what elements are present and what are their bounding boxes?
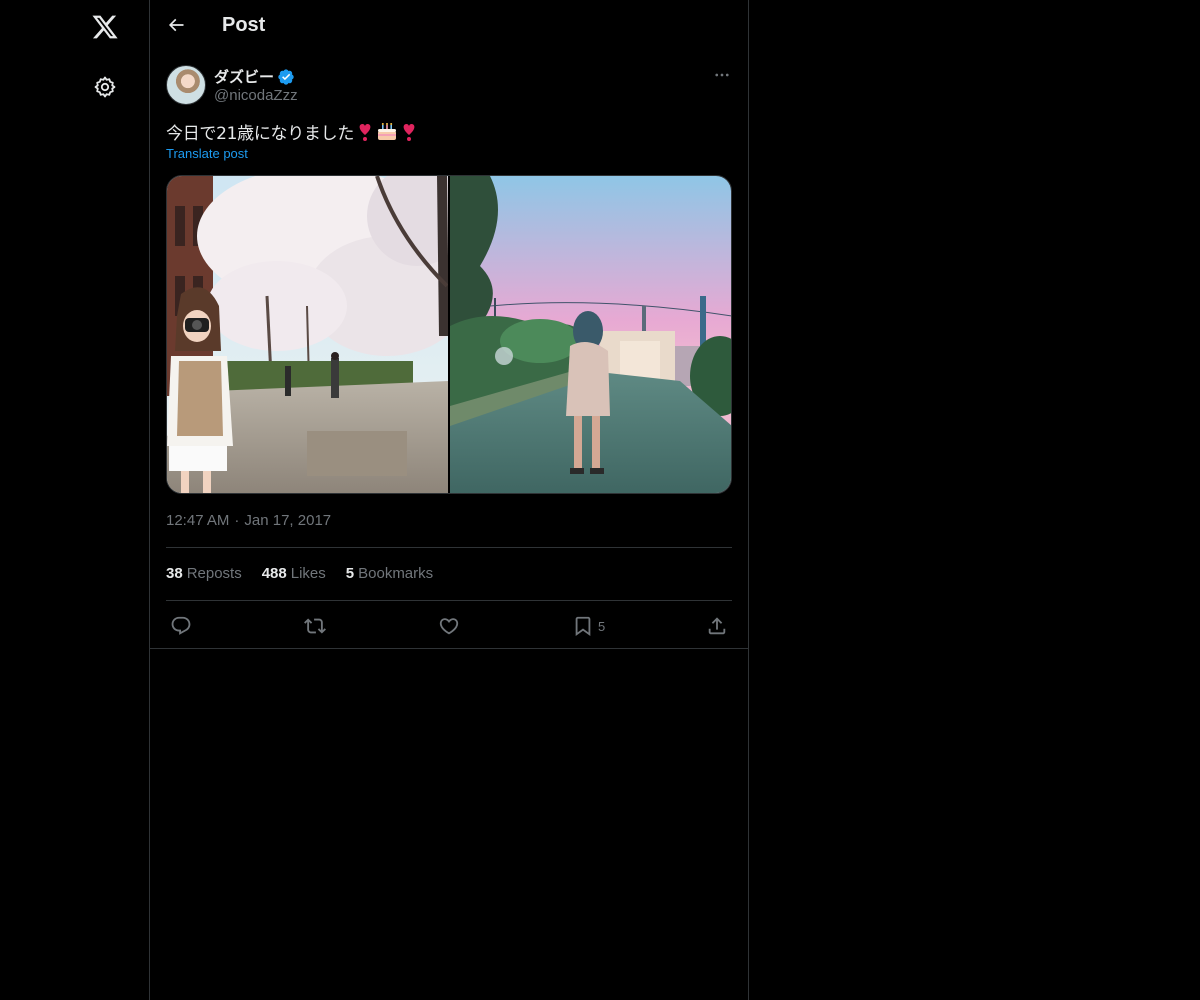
app-root: Post ダズビー @nicodaZzz 今日で21歳になりました Transl… xyxy=(0,0,1200,1000)
divider xyxy=(150,648,748,649)
likes-stat[interactable]: 488 Likes xyxy=(262,565,326,582)
post-actions: 5 xyxy=(166,612,732,640)
author-display-name[interactable]: ダズビー xyxy=(214,66,295,87)
bookmarks-stat[interactable]: 5 Bookmarks xyxy=(346,565,433,582)
translate-post-link[interactable]: Translate post xyxy=(166,146,248,161)
post-author: ダズビー @nicodaZzz xyxy=(166,65,732,107)
more-options-icon[interactable] xyxy=(712,65,732,85)
post-media xyxy=(166,175,732,494)
reply-button[interactable] xyxy=(170,612,192,640)
heart-icon xyxy=(439,618,459,635)
post-text: 今日で21歳になりました xyxy=(166,119,418,144)
divider xyxy=(166,600,732,601)
post-photo-cherry-blossoms[interactable] xyxy=(167,176,448,493)
post-timestamp[interactable]: 12:47 AM · Jan 17, 2017 xyxy=(166,512,331,529)
divider xyxy=(166,547,732,548)
post-photo-dusk-path[interactable] xyxy=(450,176,731,493)
x-logo-icon[interactable] xyxy=(81,3,129,51)
page-title: Post xyxy=(222,14,266,36)
post-header: Post xyxy=(150,0,748,53)
reposts-stat[interactable]: 38 Reposts xyxy=(166,565,242,582)
verified-badge-icon xyxy=(278,68,294,85)
bookmark-count: 5 xyxy=(598,618,606,634)
timestamp-separator: · xyxy=(234,512,240,529)
share-icon xyxy=(708,617,726,635)
avatar[interactable] xyxy=(166,65,206,105)
gear-icon[interactable] xyxy=(81,63,129,111)
author-handle[interactable]: @nicodaZzz xyxy=(214,87,298,104)
like-button[interactable] xyxy=(438,612,460,640)
likes-label: Likes xyxy=(290,565,326,582)
post-date: Jan 17, 2017 xyxy=(244,512,332,529)
post-time: 12:47 AM xyxy=(166,512,230,529)
heart-exclamation-icon xyxy=(400,122,418,142)
repost-button[interactable] xyxy=(304,612,326,640)
likes-count: 488 xyxy=(261,565,287,582)
repost-icon xyxy=(304,618,326,634)
bookmarks-count: 5 xyxy=(345,565,355,582)
display-name-text: ダズビー xyxy=(214,69,275,86)
left-nav xyxy=(0,0,150,1000)
main-column: Post ダズビー @nicodaZzz 今日で21歳になりました Transl… xyxy=(150,0,749,1000)
bookmarks-label: Bookmarks xyxy=(358,565,434,582)
back-arrow-icon[interactable] xyxy=(158,7,194,43)
bookmark-button[interactable]: 5 xyxy=(572,612,605,640)
heart-exclamation-icon xyxy=(356,122,374,142)
post-text-body: 今日で21歳になりました xyxy=(166,124,355,144)
bookmark-icon xyxy=(575,616,591,637)
reposts-label: Reposts xyxy=(186,565,242,582)
reply-icon xyxy=(171,616,191,635)
reposts-count: 38 xyxy=(166,565,183,582)
post-stats: 38 Reposts 488 Likes 5 Bookmarks xyxy=(166,565,433,582)
share-button[interactable] xyxy=(706,612,728,640)
birthday-cake-icon xyxy=(376,122,398,142)
